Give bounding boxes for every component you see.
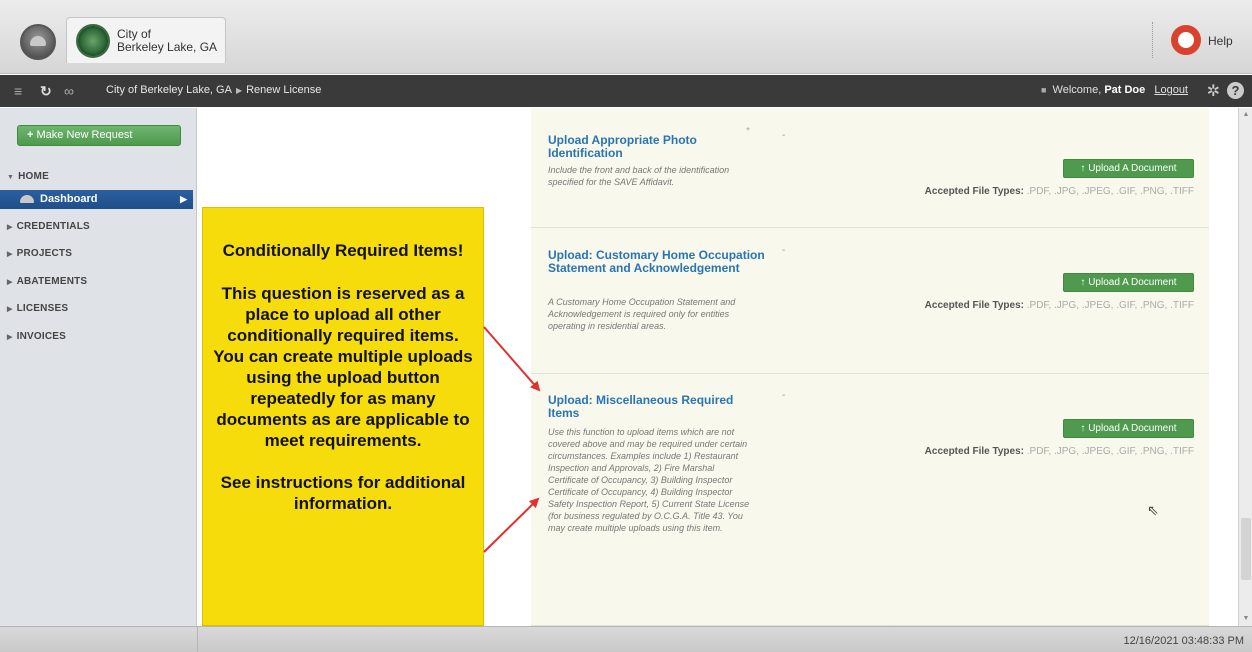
sidebar-item-label: Dashboard	[40, 193, 98, 205]
upload-arrow-icon: ↑	[1080, 423, 1086, 434]
upload-document-button[interactable]: ↑ Upload A Document	[1063, 273, 1194, 292]
sidebar: + Make New Request ▼ HOME Dashboard ▶ ▶ CR…	[0, 108, 197, 626]
accepted-file-types: Accepted File Types: .PDF, .JPG, .JPEG, …	[925, 186, 1194, 197]
link-icon[interactable]: ∞	[64, 82, 74, 100]
item-title: Upload Appropriate Photo Identification	[548, 133, 697, 160]
sidebar-item-home[interactable]: ▼ HOME	[0, 166, 197, 188]
breadcrumb-separator-icon: ▶	[235, 86, 243, 95]
callout-body: This question is reserved as a place to …	[213, 284, 473, 450]
timestamp: 12/16/2021 03:48:33 PM	[1123, 635, 1244, 647]
sidebar-item-label: LICENSES	[16, 303, 69, 314]
city-seal-icon	[76, 24, 110, 58]
app-logo-icon[interactable]	[20, 24, 56, 60]
collapsed-triangle-icon: ▶	[7, 224, 13, 231]
plus-icon: +	[27, 129, 34, 141]
upload-label: Upload A Document	[1088, 277, 1177, 288]
sidebar-item-abatements[interactable]: ▶ ABATEMENTS	[0, 271, 197, 293]
item-title: Upload: Miscellaneous Required Items	[548, 393, 734, 420]
menu-icon[interactable]: ≡	[14, 82, 22, 100]
sidebar-item-credentials[interactable]: ▶ CREDENTIALS	[0, 216, 197, 238]
help-question-icon[interactable]: ?	[1227, 82, 1244, 99]
collapsed-triangle-icon: ▶	[7, 279, 13, 286]
lock-icon: ■	[1041, 85, 1047, 95]
user-name: Pat Doe	[1104, 84, 1146, 96]
upload-item: Upload: Customary Home Occupation Statem…	[531, 228, 1209, 374]
organization-name: City of Berkeley Lake, GA	[117, 28, 222, 54]
item-title: Upload: Customary Home Occupation Statem…	[548, 248, 765, 275]
top-header: City of Berkeley Lake, GA Help	[0, 0, 1252, 74]
upload-item: Upload: Miscellaneous Required Items Use…	[531, 374, 1209, 626]
help-link[interactable]: Help	[1208, 34, 1233, 48]
sidebar-item-invoices[interactable]: ▶ INVOICES	[0, 326, 197, 348]
item-description: A Customary Home Occupation Statement an…	[548, 297, 736, 331]
make-new-request-label: Make New Request	[36, 129, 133, 141]
scroll-down-icon[interactable]: ▼	[1239, 612, 1252, 626]
breadcrumb: City of Berkeley Lake, GA ▶ Renew License	[106, 84, 321, 96]
accepted-file-types: Accepted File Types: .PDF, .JPG, .JPEG, …	[925, 446, 1194, 457]
chevron-right-icon: ▶	[180, 194, 187, 204]
sidebar-item-dashboard[interactable]: Dashboard ▶	[0, 190, 193, 209]
item-status: -	[782, 245, 786, 256]
callout-footer: See instructions for additional informat…	[220, 473, 466, 513]
upload-items-panel: Upload Appropriate Photo Identification …	[531, 108, 1209, 626]
callout-heading: Conditionally Required Items!	[222, 241, 464, 260]
vertical-scrollbar[interactable]: ▲ ▼	[1238, 108, 1252, 626]
breadcrumb-root[interactable]: City of Berkeley Lake, GA	[106, 84, 232, 96]
file-types-label: Accepted File Types:	[924, 300, 1024, 311]
collapsed-triangle-icon: ▶	[7, 306, 13, 313]
dashboard-icon	[20, 195, 34, 204]
collapsed-triangle-icon: ▶	[7, 251, 13, 258]
divider	[197, 627, 198, 652]
upload-document-button[interactable]: ↑ Upload A Document	[1063, 419, 1194, 438]
file-types-value: .PDF, .JPG, .JPEG, .GIF, .PNG, .TIFF	[1026, 446, 1194, 457]
accepted-file-types: Accepted File Types: .PDF, .JPG, .JPEG, …	[925, 300, 1194, 311]
upload-arrow-icon: ↑	[1080, 163, 1086, 174]
make-new-request-button[interactable]: + Make New Request	[17, 125, 181, 146]
lifebuoy-icon[interactable]	[1171, 25, 1201, 55]
file-types-value: .PDF, .JPG, .JPEG, .GIF, .PNG, .TIFF	[1026, 300, 1194, 311]
item-status: -	[782, 390, 786, 401]
navigation-bar: ≡ ↻ ∞ City of Berkeley Lake, GA ▶ Renew Li…	[0, 75, 1252, 107]
sidebar-item-label: CREDENTIALS	[16, 221, 90, 232]
org-name-line2: Berkeley Lake, GA	[117, 40, 218, 54]
gear-icon[interactable]: ✲	[1207, 81, 1220, 101]
upload-label: Upload A Document	[1088, 163, 1177, 174]
file-types-value: .PDF, .JPG, .JPEG, .GIF, .PNG, .TIFF	[1026, 186, 1194, 197]
welcome-prefix: Welcome,	[1052, 84, 1102, 96]
file-types-label: Accepted File Types:	[924, 446, 1024, 457]
sidebar-item-licenses[interactable]: ▶ LICENSES	[0, 298, 197, 320]
collapsed-triangle-icon: ▶	[7, 334, 13, 341]
item-description: Include the front and back of the identi…	[548, 165, 730, 187]
organization-tab[interactable]: City of Berkeley Lake, GA	[66, 17, 226, 63]
required-marker: *	[746, 126, 750, 137]
item-status: -	[782, 130, 786, 141]
divider	[1152, 22, 1153, 58]
scrollbar-thumb[interactable]	[1241, 518, 1251, 580]
sidebar-item-projects[interactable]: ▶ PROJECTS	[0, 243, 197, 265]
scroll-up-icon[interactable]: ▲	[1239, 108, 1252, 122]
breadcrumb-current: Renew License	[246, 84, 322, 96]
mouse-cursor-icon: ⇖	[1147, 502, 1159, 518]
sidebar-item-label: PROJECTS	[16, 248, 73, 259]
refresh-icon[interactable]: ↻	[40, 82, 52, 100]
welcome-area: ■ Welcome, Pat Doe Logout	[1041, 84, 1188, 96]
upload-label: Upload A Document	[1088, 423, 1177, 434]
annotation-callout: Conditionally Required Items! This quest…	[202, 207, 484, 626]
upload-item: Upload Appropriate Photo Identification …	[531, 108, 1209, 228]
upload-arrow-icon: ↑	[1080, 277, 1086, 288]
logout-link[interactable]: Logout	[1154, 84, 1188, 96]
expanded-triangle-icon: ▼	[7, 174, 15, 181]
sidebar-item-label: INVOICES	[16, 331, 66, 342]
item-description: Use this function to upload items which …	[548, 427, 750, 533]
upload-document-button[interactable]: ↑ Upload A Document	[1063, 159, 1194, 178]
sidebar-item-label: HOME	[18, 171, 49, 182]
status-footer: 12/16/2021 03:48:33 PM	[0, 626, 1252, 652]
help-area[interactable]: Help	[1152, 20, 1252, 60]
file-types-label: Accepted File Types:	[924, 186, 1024, 197]
sidebar-item-label: ABATEMENTS	[16, 276, 88, 287]
